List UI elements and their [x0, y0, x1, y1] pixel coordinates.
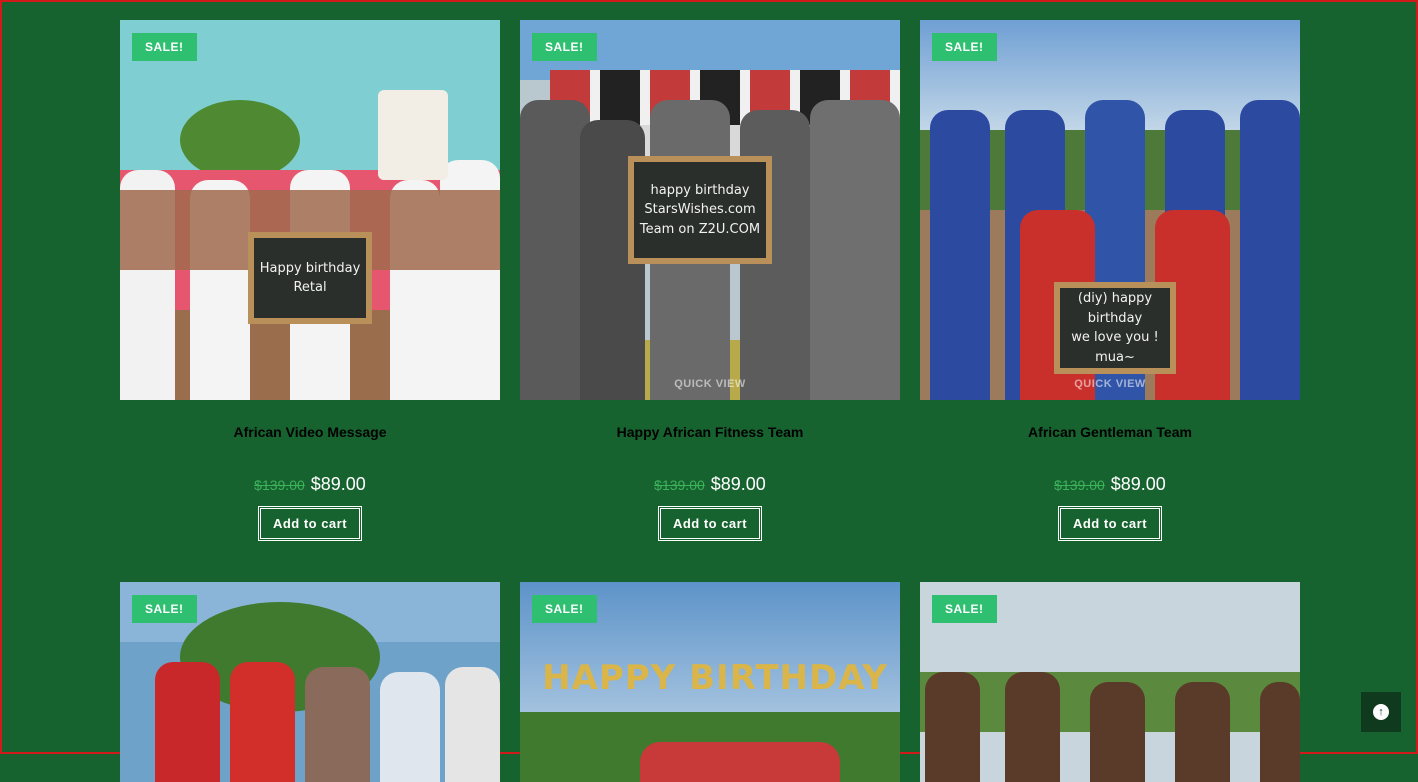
arrow-up-circle-icon: ↑ [1373, 704, 1389, 720]
scroll-to-top-button[interactable]: ↑ [1361, 692, 1401, 732]
product-card: HAPPY BIRTHDAY SALE! [520, 582, 900, 782]
sale-badge: SALE! [132, 33, 197, 61]
product-image[interactable]: SALE! [120, 582, 500, 782]
sale-badge: SALE! [532, 595, 597, 623]
product-image[interactable]: happy birthday StarsWishes.com Team on Z… [520, 20, 900, 400]
original-price: $139.00 [1054, 477, 1105, 493]
product-card: SALE! [120, 582, 500, 782]
board-line: we love you ! [1071, 330, 1159, 345]
sale-badge: SALE! [532, 33, 597, 61]
product-price: $139.00 $89.00 [520, 474, 900, 495]
board-line: Retal [293, 280, 327, 295]
product-image[interactable]: SALE! [920, 582, 1300, 782]
sale-badge: SALE! [132, 595, 197, 623]
sale-badge: SALE! [932, 33, 997, 61]
product-card: (diy) happy birthday we love you ! mua~ … [920, 20, 1300, 541]
product-title[interactable]: African Video Message [120, 424, 500, 440]
product-card: Happy birthday Retal SALE! African Video… [120, 20, 500, 541]
product-image[interactable]: Happy birthday Retal SALE! [120, 20, 500, 400]
product-title[interactable]: African Gentleman Team [920, 424, 1300, 440]
add-to-cart-button[interactable]: Add to cart [657, 506, 763, 541]
add-to-cart-button[interactable]: Add to cart [257, 506, 363, 541]
board-line: mua~ [1095, 349, 1135, 365]
product-price: $139.00 $89.00 [920, 474, 1300, 495]
product-card: SALE! [920, 582, 1300, 782]
greeting-board: (diy) happy birthday we love you ! mua~ [1054, 282, 1176, 374]
quick-view-overlay[interactable]: QUICK VIEW [920, 378, 1300, 390]
add-to-cart-button[interactable]: Add to cart [1057, 506, 1163, 541]
product-image[interactable]: (diy) happy birthday we love you ! mua~ … [920, 20, 1300, 400]
product-image[interactable]: HAPPY BIRTHDAY SALE! [520, 582, 900, 782]
quick-view-overlay[interactable]: QUICK VIEW [520, 378, 900, 390]
original-price: $139.00 [254, 477, 305, 493]
board-line: Happy birthday [259, 260, 361, 276]
board-line: (diy) happy birthday [1077, 291, 1153, 326]
product-price: $139.00 $89.00 [120, 474, 500, 495]
sale-price: $89.00 [310, 474, 366, 494]
product-title[interactable]: Happy African Fitness Team [520, 424, 900, 440]
board-line: happy birthday [650, 182, 750, 198]
sale-price: $89.00 [1110, 474, 1166, 494]
sale-price: $89.00 [710, 474, 766, 494]
greeting-board: happy birthday StarsWishes.com Team on Z… [628, 156, 772, 264]
original-price: $139.00 [654, 477, 705, 493]
product-card: happy birthday StarsWishes.com Team on Z… [520, 20, 900, 541]
product-grid: Happy birthday Retal SALE! African Video… [120, 20, 1300, 782]
board-line: Team on Z2U.COM [639, 221, 761, 237]
board-line: StarsWishes.com [644, 202, 756, 218]
sale-badge: SALE! [932, 595, 997, 623]
greeting-board: Happy birthday Retal [248, 232, 372, 324]
birthday-banner: HAPPY BIRTHDAY [542, 658, 888, 698]
